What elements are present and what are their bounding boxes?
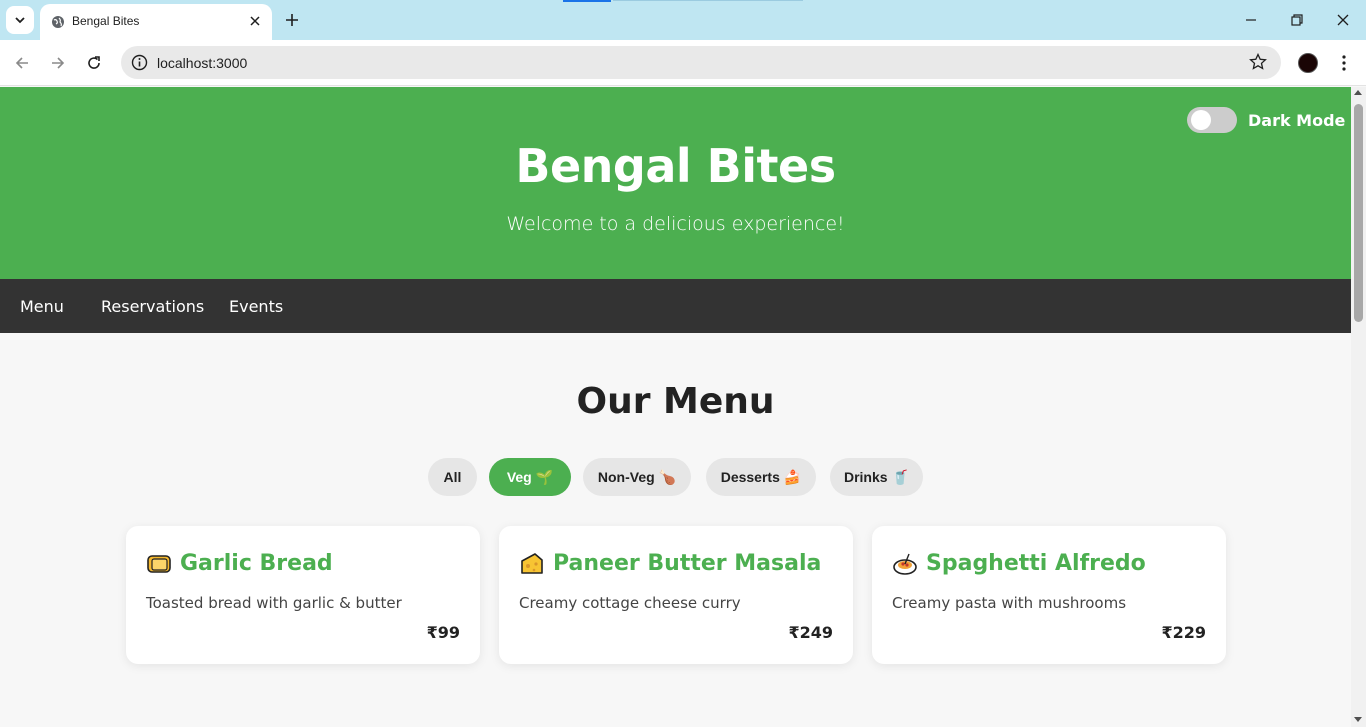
plus-icon — [286, 14, 298, 26]
reload-icon — [88, 56, 100, 69]
menu-item-card[interactable]: Garlic Bread Toasted bread with garlic &… — [126, 526, 480, 664]
browser-toolbar: localhost:3000 — [0, 40, 1366, 86]
address-bar[interactable]: localhost:3000 — [121, 46, 1281, 79]
menu-filters: All Veg 🌱 Non-Veg 🍗 Desserts 🍰 Drinks 🥤 — [0, 458, 1351, 496]
seedling-icon: 🌱 — [535, 468, 554, 485]
filter-label: Drinks — [843, 469, 888, 485]
close-icon — [1337, 14, 1349, 26]
menu-item-price: ₹249 — [788, 623, 833, 642]
new-tab-button[interactable] — [280, 8, 304, 32]
forward-button[interactable] — [46, 51, 70, 75]
nav-item-menu[interactable]: Menu — [20, 297, 64, 316]
dark-mode-toggle[interactable] — [1187, 107, 1237, 133]
filter-drinks-button[interactable]: Drinks 🥤 — [830, 458, 923, 496]
star-icon[interactable] — [1249, 53, 1267, 71]
filter-non-veg-button[interactable]: Non-Veg 🍗 — [583, 458, 691, 496]
scrollbar-thumb[interactable] — [1354, 104, 1363, 322]
menu-item-name: Paneer Butter Masala — [553, 551, 822, 576]
menu-item-description: Creamy pasta with mushrooms — [892, 594, 1127, 612]
nav-item-reservations[interactable]: Reservations — [101, 297, 204, 316]
cheese-icon — [521, 553, 543, 574]
filter-label: Veg — [506, 469, 532, 485]
menu-section-title: Our Menu — [576, 381, 775, 422]
tab-indicator-track — [613, 0, 803, 1]
bread-icon — [147, 555, 171, 573]
url-text: localhost:3000 — [157, 55, 248, 71]
scroll-down-icon[interactable] — [1354, 717, 1362, 722]
back-button[interactable] — [10, 51, 34, 75]
close-tab-button[interactable] — [246, 12, 264, 30]
profile-avatar[interactable] — [1298, 53, 1318, 73]
site-title: Bengal Bites — [515, 139, 836, 193]
spaghetti-icon — [893, 553, 917, 575]
browser-menu-button[interactable] — [1335, 52, 1353, 74]
menu-item-price: ₹229 — [1161, 623, 1206, 642]
menu-item-description: Creamy cottage cheese curry — [519, 594, 741, 612]
toggle-knob — [1191, 110, 1211, 130]
filter-label: Desserts — [720, 469, 780, 485]
arrow-right-icon — [52, 57, 65, 69]
restore-button[interactable] — [1283, 8, 1311, 32]
tab-search-button[interactable] — [6, 6, 34, 34]
page-viewport: Dark Mode Bengal Bites Welcome to a deli… — [0, 87, 1351, 727]
scroll-up-icon[interactable] — [1354, 90, 1362, 95]
filter-label: All — [443, 469, 462, 485]
main-nav: Menu Reservations Events — [0, 279, 1351, 333]
site-header: Dark Mode Bengal Bites Welcome to a deli… — [0, 87, 1351, 279]
reload-button[interactable] — [82, 51, 106, 75]
browser-tabstrip: Bengal Bites — [0, 0, 1366, 40]
globe-icon — [52, 16, 64, 28]
chevron-down-icon — [15, 17, 25, 24]
dark-mode-label: Dark Mode — [1248, 111, 1346, 130]
restore-icon — [1291, 14, 1303, 26]
site-tagline: Welcome to a delicious experience! — [506, 213, 845, 235]
menu-item-name: Spaghetti Alfredo — [926, 551, 1146, 576]
kebab-icon — [1342, 55, 1346, 71]
filter-all-button[interactable]: All — [428, 458, 477, 496]
filter-veg-button[interactable]: Veg 🌱 — [489, 458, 571, 496]
drumstick-icon: 🍗 — [658, 468, 677, 485]
tab-indicator — [563, 0, 611, 2]
nav-item-events[interactable]: Events — [229, 297, 283, 316]
arrow-left-icon — [15, 57, 28, 69]
menu-item-card[interactable]: Spaghetti Alfredo Creamy pasta with mush… — [872, 526, 1226, 664]
cake-icon: 🍰 — [783, 468, 802, 485]
close-window-button[interactable] — [1329, 8, 1357, 32]
menu-item-card[interactable]: Paneer Butter Masala Creamy cottage chee… — [499, 526, 853, 664]
menu-item-name: Garlic Bread — [180, 551, 333, 576]
cup-icon: 🥤 — [891, 468, 909, 485]
close-icon — [250, 16, 260, 26]
tab-title: Bengal Bites — [72, 14, 140, 28]
minimize-button[interactable] — [1237, 8, 1265, 32]
info-icon[interactable] — [131, 54, 148, 71]
filter-label: Non-Veg — [597, 469, 655, 485]
minimize-icon — [1246, 19, 1256, 21]
menu-item-price: ₹99 — [426, 623, 460, 642]
menu-item-description: Toasted bread with garlic & butter — [146, 594, 402, 612]
browser-tab[interactable]: Bengal Bites — [40, 4, 272, 40]
page-scrollbar[interactable] — [1351, 87, 1366, 727]
filter-desserts-button[interactable]: Desserts 🍰 — [706, 458, 816, 496]
